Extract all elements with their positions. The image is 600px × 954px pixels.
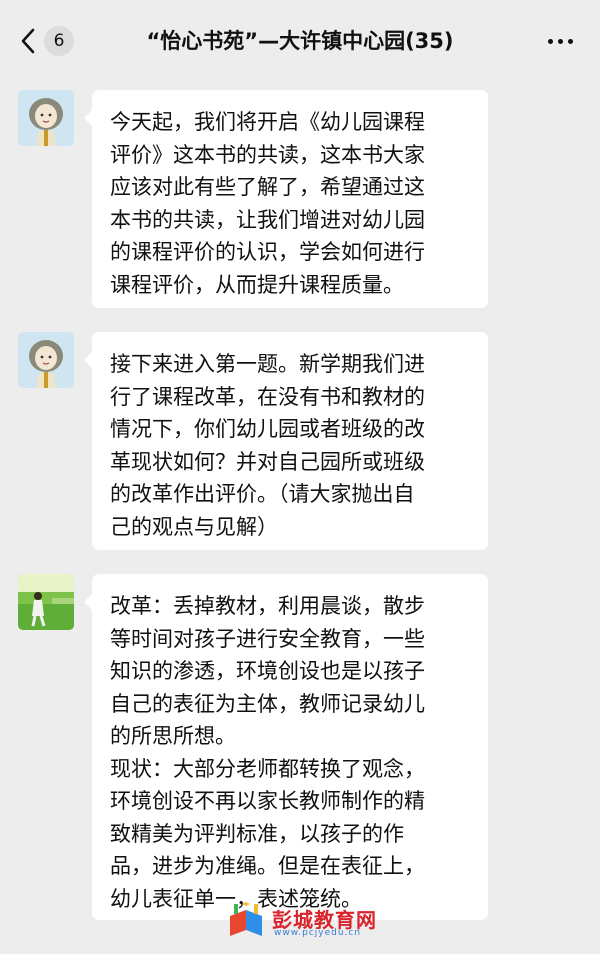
elder-woman-avatar[interactable] [18, 90, 74, 146]
more-dot-icon [567, 38, 573, 44]
site-watermark: 彭城教育网 www.pcjyedu.cn [226, 902, 386, 942]
chat-title: “怡心书苑”—大许镇中心园(35) [146, 29, 454, 53]
back-button[interactable]: 6 [18, 26, 80, 56]
navigation-bar: 6 “怡心书苑”—大许镇中心园(35) [0, 0, 600, 80]
book-logo-icon [230, 902, 262, 936]
message-bubble: 今天起，我们将开启《幼儿园课程 评价》这本书的共读，这本书大家 应该对此有些了解… [84, 90, 488, 308]
watermark-url: www.pcjyedu.cn [274, 928, 362, 938]
more-dot-icon [557, 38, 563, 44]
message-bubble: 接下来进入第一题。新学期我们进 行了课程改革，在没有书和教材的 情况下，你们幼儿… [84, 332, 488, 550]
more-options-button[interactable] [540, 30, 580, 52]
unread-count-badge: 6 [44, 26, 74, 56]
more-dot-icon [547, 38, 553, 44]
message-bubble: 改革：丢掉教材，利用晨谈，散步 等时间对孩子进行安全教育，一些 知识的渗透，环境… [84, 574, 488, 920]
walking-person-avatar[interactable] [18, 574, 74, 630]
elder-woman-avatar[interactable] [18, 332, 74, 388]
chevron-left-icon [21, 28, 35, 54]
